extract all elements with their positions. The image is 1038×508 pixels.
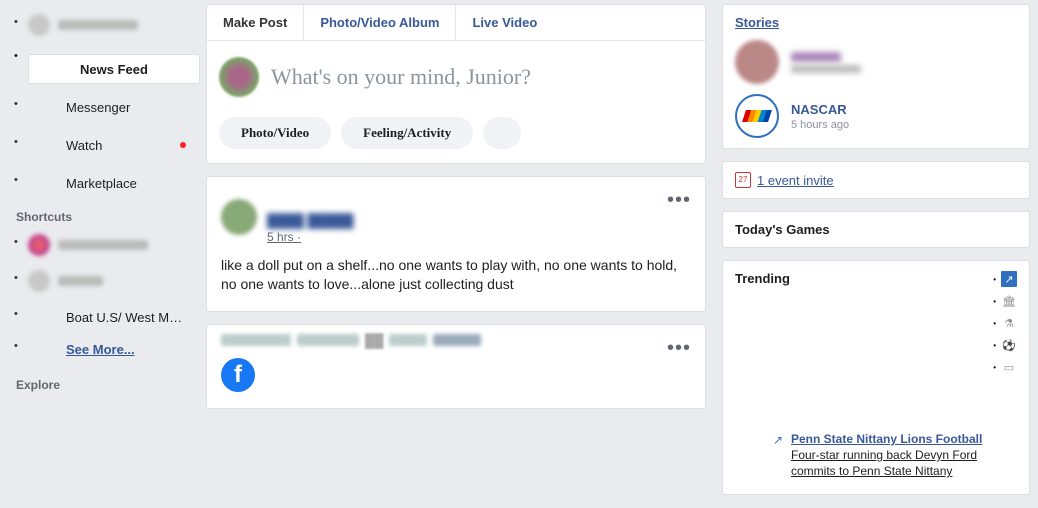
shortcut-item[interactable] — [10, 266, 206, 296]
avatar — [28, 14, 50, 36]
story-avatar — [735, 94, 779, 138]
post-content: like a doll put on a shelf...no one want… — [207, 256, 705, 311]
feeling-activity-button[interactable]: Feeling/Activity — [341, 117, 473, 149]
events-card: 27 1 event invite — [722, 161, 1030, 199]
stories-card: Stories NASCAR 5 hours ago — [722, 4, 1030, 149]
nascar-logo — [742, 110, 772, 122]
sidebar-item-marketplace[interactable]: Marketplace — [10, 168, 206, 198]
shortcut-label — [58, 240, 148, 250]
sidebar-item-messenger[interactable]: Messenger — [10, 92, 206, 122]
story-avatar — [735, 40, 779, 84]
trending-description: Four-star running back Devyn Ford commit… — [791, 448, 977, 478]
photo-video-button[interactable]: Photo/Video — [219, 117, 331, 149]
story-time: 5 hours ago — [791, 119, 849, 131]
post-meta[interactable] — [221, 334, 291, 346]
story-item[interactable]: NASCAR 5 hours ago — [735, 94, 1017, 138]
post-menu-button[interactable]: ••• — [667, 189, 691, 212]
post-author-link[interactable]: ████ █████ — [267, 213, 354, 228]
main-feed: Make Post Photo/Video Album Live Video W… — [206, 0, 706, 508]
see-more-link[interactable]: See More... — [10, 334, 206, 364]
left-sidebar: ••• • News Feed Messenger Watch Marketpl… — [0, 0, 206, 508]
sidebar-item-watch[interactable]: Watch — [10, 130, 206, 160]
sidebar-item-label: Messenger — [66, 100, 130, 115]
trending-card: Trending •↗ •🏛 •⚗ •⚽ •▭ ↗ Penn State Nit… — [722, 260, 1030, 495]
sidebar-item-label: Watch — [66, 138, 102, 153]
tab-photo-album[interactable]: Photo/Video Album — [304, 5, 456, 40]
post-author-avatar[interactable] — [221, 199, 257, 235]
post-meta: ██ — [365, 333, 383, 348]
trending-heading: Trending — [735, 271, 790, 286]
trending-tab-politics[interactable]: 🏛 — [1001, 293, 1017, 309]
trending-tab-sports[interactable]: ⚽ — [1001, 337, 1017, 353]
sidebar-profile[interactable] — [10, 10, 206, 40]
trending-tab-top[interactable]: ↗ — [1001, 271, 1017, 287]
post-meta[interactable] — [389, 334, 427, 346]
shortcut-label: Boat U.S/ West M… — [66, 310, 182, 325]
event-invite-link[interactable]: 1 event invite — [757, 173, 834, 188]
post-meta[interactable] — [297, 334, 359, 346]
stories-heading[interactable]: Stories — [735, 15, 1017, 30]
sidebar-item-label: Marketplace — [66, 176, 137, 191]
story-item[interactable] — [735, 40, 1017, 84]
sidebar-item-news-feed[interactable]: News Feed — [28, 54, 200, 84]
composer-card: Make Post Photo/Video Album Live Video W… — [206, 4, 706, 164]
shortcut-item[interactable]: Boat U.S/ West M… — [10, 302, 206, 332]
story-name — [791, 52, 841, 62]
story-name: NASCAR — [791, 102, 849, 117]
post-card: ████ █████ 5 hrs · ••• like a doll put o… — [206, 176, 706, 312]
story-time — [791, 65, 861, 73]
shortcut-icon — [28, 270, 50, 292]
profile-name — [58, 20, 138, 30]
composer-avatar — [219, 57, 259, 97]
composer-input[interactable]: What's on your mind, Junior? — [271, 64, 531, 90]
shortcut-label — [58, 276, 103, 286]
post-meta[interactable] — [433, 334, 481, 346]
post-menu-button[interactable]: ••• — [667, 337, 691, 360]
trending-title: Penn State Nittany Lions Football — [791, 432, 982, 446]
calendar-icon: 27 — [735, 172, 751, 188]
shortcuts-heading: Shortcuts — [16, 210, 206, 224]
tab-make-post[interactable]: Make Post — [207, 5, 304, 40]
todays-games-heading: Today's Games — [735, 222, 1017, 237]
post-timestamp[interactable]: 5 hrs · — [267, 230, 354, 244]
todays-games-card: Today's Games — [722, 211, 1030, 248]
tab-live-video[interactable]: Live Video — [456, 5, 553, 40]
trending-arrow-icon: ↗ — [773, 432, 783, 448]
notification-dot — [180, 142, 186, 148]
post-card: ██ ••• f — [206, 324, 706, 409]
trending-tab-entertainment[interactable]: ▭ — [1001, 359, 1017, 375]
composer-more-button[interactable] — [483, 117, 521, 149]
explore-heading: Explore — [16, 378, 206, 392]
trending-category-icons: •↗ •🏛 •⚗ •⚽ •▭ — [993, 271, 1017, 375]
facebook-icon: f — [221, 358, 255, 392]
trending-tab-science[interactable]: ⚗ — [1001, 315, 1017, 331]
right-sidebar: Stories NASCAR 5 hours ago 27 1 event in… — [722, 0, 1030, 508]
shortcut-item[interactable] — [10, 230, 206, 260]
shortcut-icon — [28, 234, 50, 256]
sidebar-item-label: News Feed — [80, 62, 148, 77]
trending-item[interactable]: ↗ Penn State Nittany Lions Football Four… — [735, 431, 1017, 480]
composer-tabs: Make Post Photo/Video Album Live Video — [207, 5, 705, 41]
